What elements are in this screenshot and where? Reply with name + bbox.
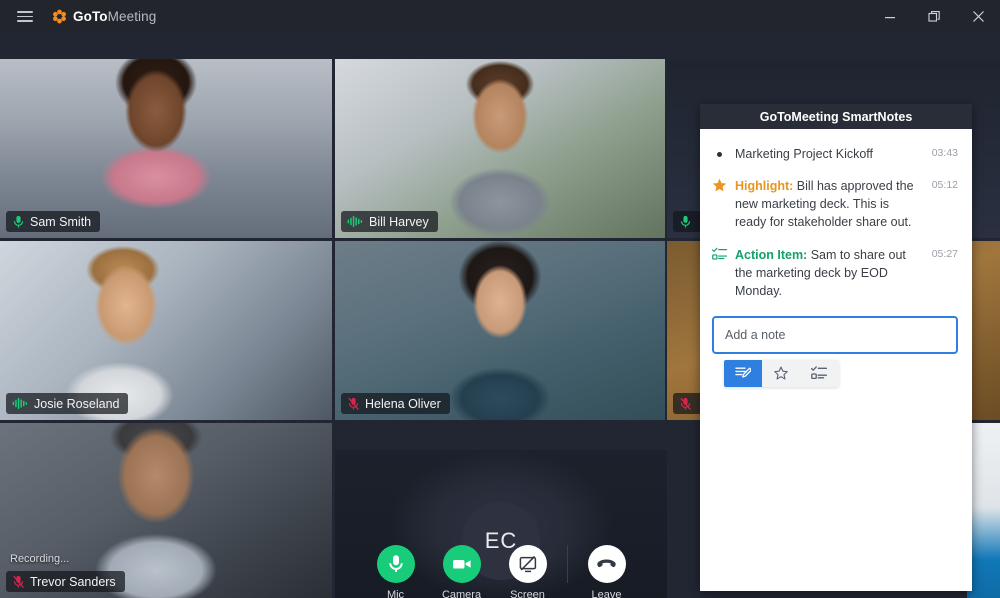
gotomeeting-window: GoToMeeting Sam Smith Bill Harvey Josie … [0,0,1000,598]
participant-tile-josie-roseland[interactable]: Josie Roseland [0,241,332,420]
participant-name-chip: Sam Smith [6,211,101,232]
mic-button[interactable]: Mic [363,545,429,598]
screen-share-button-label: Screen [510,589,545,598]
video-camera-icon [452,560,471,569]
star-icon [774,366,788,380]
smartnotes-list: Marketing Project Kickoff 03:43 Highligh… [700,129,972,591]
close-icon [972,11,984,22]
participant-name: Bill Harvey [369,214,429,229]
note-body: Highlight: Bill has approved the new mar… [735,177,918,231]
recording-indicator: Recording... [10,553,70,565]
checklist-icon [712,246,727,261]
participant-name-chip: Trevor Sanders [6,571,125,592]
microphone-muted-icon [13,575,24,588]
screen-share-button[interactable]: Screen [495,545,561,598]
participant-tile-trevor-sanders[interactable]: Recording... Trevor Sanders [0,423,332,598]
checklist-icon [712,247,727,260]
note-timestamp: 03:43 [931,147,958,159]
leave-button-circle [587,545,626,583]
video-stage: Sam Smith Bill Harvey Josie Roseland Hel… [0,33,1000,598]
app-logo: GoToMeeting [52,9,156,24]
note-body: Action Item: Sam to share out the market… [735,246,918,300]
audio-waveform-icon [347,215,363,228]
screen-share-off-icon [519,555,536,572]
microphone-muted-icon [348,397,359,410]
participant-name: Sam Smith [30,214,92,229]
leave-button-label: Leave [591,589,622,598]
brand-primary: GoTo [73,9,108,24]
add-note-input[interactable] [712,315,958,354]
note-timestamp: 05:12 [931,179,958,192]
microphone-muted-icon [680,397,691,410]
phone-hangup-icon [597,559,616,567]
note-label: Highlight: [735,179,794,194]
star-icon [712,177,727,193]
minimize-icon [885,16,895,18]
note-body: Marketing Project Kickoff [735,145,918,163]
note-input-wrapper [712,314,958,387]
participant-name: Helena Oliver [365,396,441,411]
audio-waveform-icon [12,397,28,410]
note-item[interactable]: Highlight: Bill has approved the new mar… [712,177,958,231]
highlight-tool-button[interactable] [762,360,800,387]
brand-secondary: Meeting [107,9,157,24]
brand-wordmark: GoToMeeting [73,9,156,24]
close-button[interactable] [956,0,1000,33]
window-controls [868,0,1000,33]
participant-name-chip: Bill Harvey [341,211,438,232]
smartnotes-panel: GoToMeeting SmartNotes Marketing Project… [700,104,972,591]
meeting-controls: Mic Camera Screen Leave [335,545,667,598]
participant-tile-helena-oliver[interactable]: Helena Oliver [335,241,665,420]
note-content: Marketing Project Kickoff [735,147,874,161]
participant-name: Trevor Sanders [30,574,116,589]
microphone-icon [388,555,403,572]
participant-name-chip: Josie Roseland [6,393,129,414]
note-type-toolbar [724,359,839,387]
participant-name-chip: Helena Oliver [341,393,450,414]
smartnotes-title: GoToMeeting SmartNotes [700,104,972,129]
mic-button-circle [376,545,415,583]
note-label: Action Item: [735,247,808,262]
meeting-controls-area: EC Mic Camera Screen Leave [335,450,667,598]
restore-icon [927,11,940,22]
note-item[interactable]: Action Item: Sam to share out the market… [712,246,958,300]
title-bar: GoToMeeting [0,0,1000,33]
camera-button-circle [442,545,481,583]
participant-name: Josie Roseland [34,396,120,411]
controls-divider [566,545,568,583]
bullet-dot-icon [712,145,727,157]
microphone-icon [13,215,24,228]
camera-button-label: Camera [441,589,482,598]
note-item[interactable]: Marketing Project Kickoff 03:43 [712,145,958,163]
gotomeeting-flower-icon [53,9,66,24]
screen-share-button-circle [508,545,547,583]
leave-button[interactable]: Leave [574,545,640,598]
action-item-tool-button[interactable] [800,360,838,387]
minimize-button[interactable] [868,0,912,33]
camera-button[interactable]: Camera [429,545,495,598]
note-edit-icon [735,367,751,378]
note-timestamp: 05:27 [931,247,958,260]
star-icon [712,178,727,192]
participant-tile-sam-smith[interactable]: Sam Smith [0,59,332,238]
microphone-icon [680,215,691,228]
note-tool-button[interactable] [724,359,762,387]
mic-button-label: Mic [386,589,405,598]
hamburger-menu-icon[interactable] [8,0,42,33]
checklist-icon [811,366,827,380]
participant-tile-bill-harvey[interactable]: Bill Harvey [335,59,665,238]
restore-button[interactable] [912,0,956,33]
